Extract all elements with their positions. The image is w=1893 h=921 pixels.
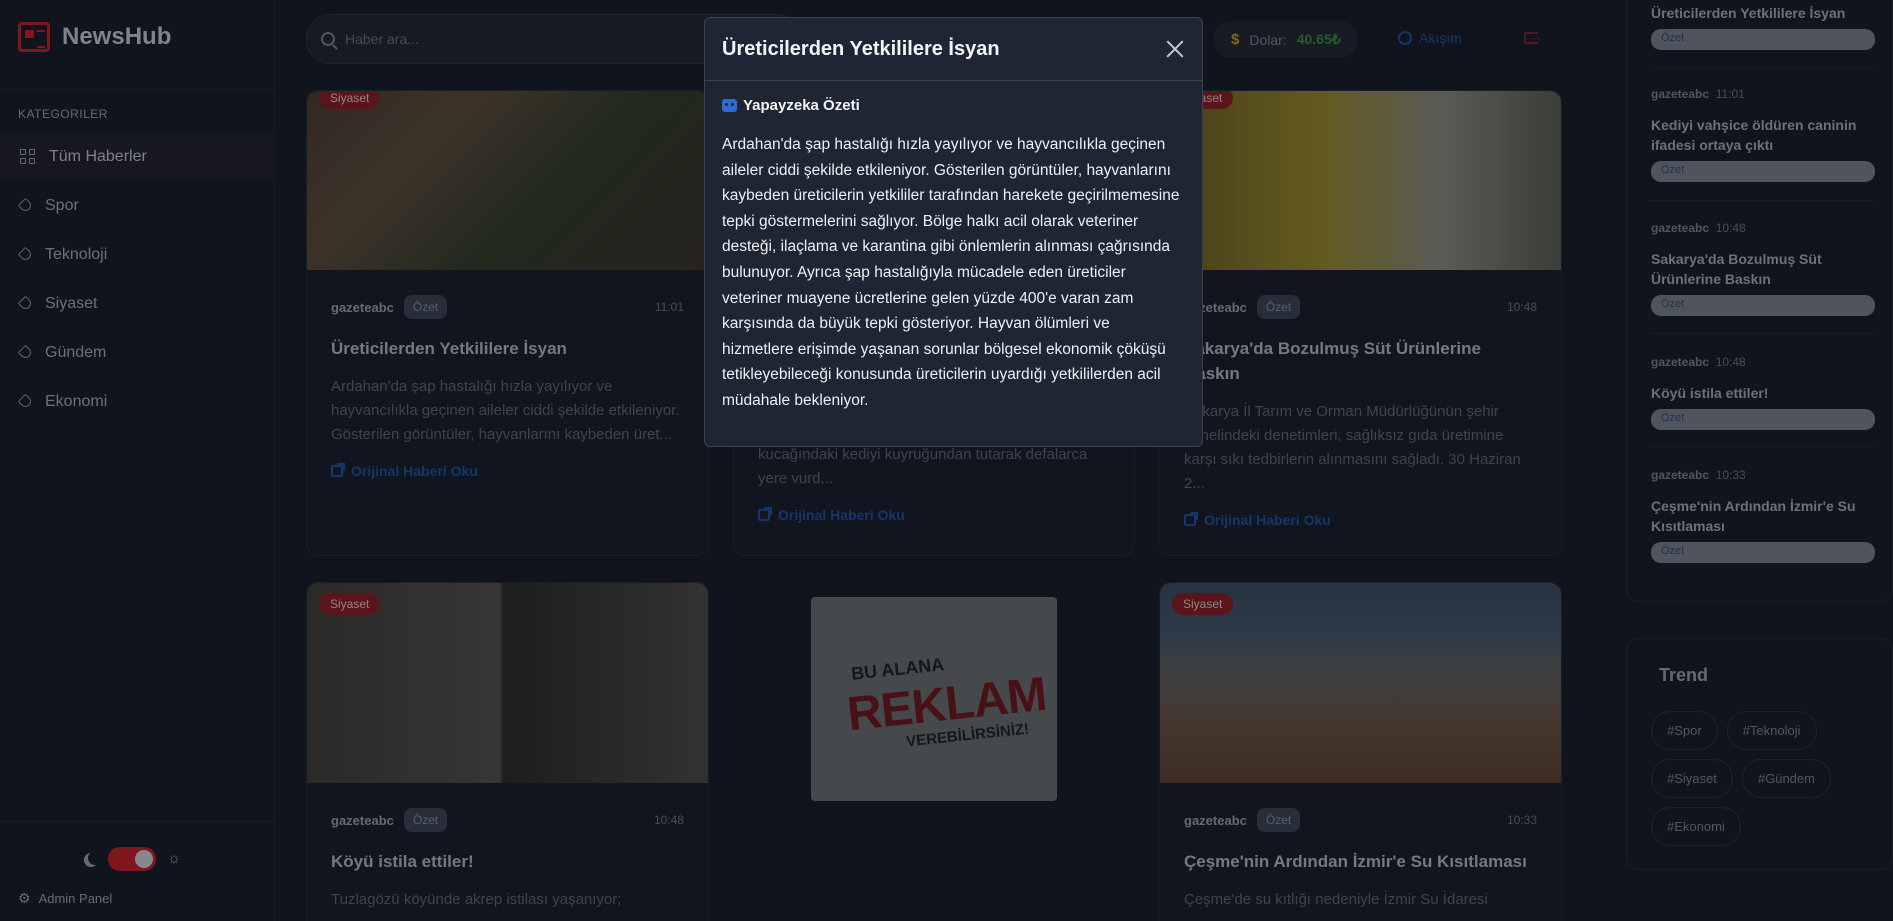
ai-summary-label: Yapayzeka Özeti: [743, 97, 860, 114]
modal-body: Yapayzeka Özeti Ardahan'da şap hastalığı…: [705, 81, 1202, 430]
ai-summary-text: Ardahan'da şap hastalığı hızla yayılıyor…: [722, 136, 1180, 409]
modal-title: Üreticilerden Yetkililere İsyan: [722, 37, 1000, 60]
summary-modal: Üreticilerden Yetkililere İsyan Yapayzek…: [704, 17, 1203, 447]
close-icon[interactable]: [1164, 38, 1186, 60]
robot-icon: [722, 99, 737, 112]
modal-header: Üreticilerden Yetkililere İsyan: [705, 18, 1202, 81]
ai-summary-heading: Yapayzeka Özeti: [722, 97, 1185, 114]
